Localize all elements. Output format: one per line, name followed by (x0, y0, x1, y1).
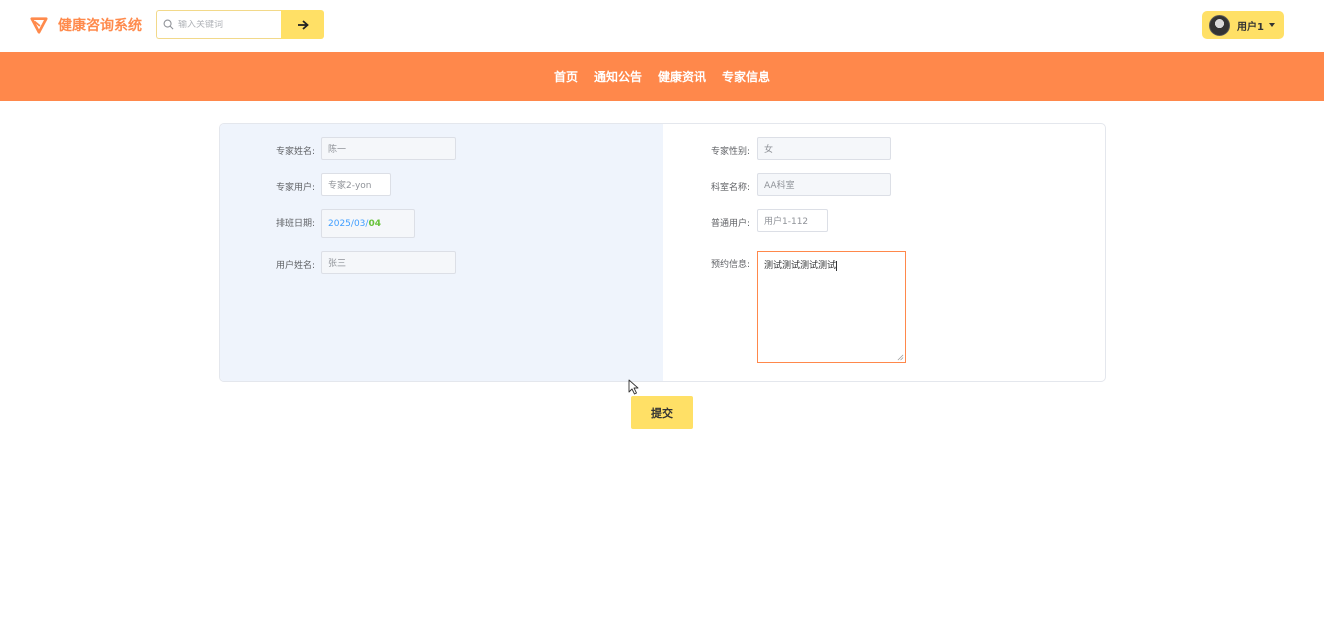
expert-gender-label: 专家性别: (710, 147, 750, 157)
appointment-form: 专家姓名: 陈一 专家用户: 专家2-yon 排班日期: 2025/03/04 … (219, 123, 1106, 382)
search-box (156, 10, 281, 39)
appointment-info-textarea[interactable]: 测试测试测试测试 (757, 251, 906, 363)
expert-user-field[interactable]: 专家2-yon (321, 173, 391, 196)
normal-user-label: 普通用户: (710, 219, 750, 229)
search-icon (163, 19, 174, 30)
site-title: 健康咨询系统 (58, 18, 142, 34)
arrow-right-icon (297, 19, 309, 30)
expert-user-value: 专家2-yon (328, 181, 372, 191)
nav-item-home[interactable]: 首页 (554, 68, 578, 85)
department-label: 科室名称: (710, 183, 750, 193)
search-button[interactable] (281, 10, 324, 39)
user-realname-field[interactable]: 张三 (321, 251, 456, 274)
nav-item-health-news[interactable]: 健康资讯 (658, 68, 706, 85)
submit-button[interactable]: 提交 (631, 396, 693, 429)
normal-user-value: 用户1-112 (764, 217, 809, 227)
user-realname-label: 用户姓名: (275, 261, 315, 271)
search-input[interactable] (178, 19, 278, 30)
main-nav: 首页 通知公告 健康资讯 专家信息 (0, 52, 1324, 101)
schedule-date-label: 排班日期: (275, 219, 315, 229)
date-year: 2025 (328, 218, 351, 229)
department-value: AA科室 (764, 181, 795, 191)
nav-item-notices[interactable]: 通知公告 (594, 68, 642, 85)
expert-name-field[interactable]: 陈一 (321, 137, 456, 160)
user-menu-button[interactable]: 用户1 (1202, 11, 1284, 39)
text-cursor (836, 260, 838, 271)
normal-user-field[interactable]: 用户1-112 (757, 209, 828, 232)
date-day: 04 (368, 218, 381, 229)
date-month: 03 (353, 218, 366, 229)
appointment-info-value: 测试测试测试测试 (764, 261, 837, 271)
expert-name-label: 专家姓名: (275, 147, 315, 157)
chevron-down-icon (1268, 23, 1275, 27)
mouse-pointer-icon (628, 379, 639, 395)
expert-name-value: 陈一 (328, 145, 347, 155)
nav-item-experts[interactable]: 专家信息 (722, 68, 770, 85)
search-bar (156, 10, 324, 39)
appointment-info-label: 预约信息: (710, 260, 750, 270)
avatar (1209, 14, 1230, 36)
user-realname-value: 张三 (328, 259, 347, 269)
expert-gender-value: 女 (764, 145, 774, 155)
expert-user-label: 专家用户: (275, 183, 315, 193)
department-field[interactable]: AA科室 (757, 173, 891, 196)
resize-grip-icon[interactable] (897, 354, 904, 361)
top-header: 健康咨询系统 用户1 (0, 0, 1324, 52)
paper-plane-icon (30, 17, 48, 34)
logo[interactable]: 健康咨询系统 (30, 15, 142, 35)
expert-gender-field[interactable]: 女 (757, 137, 891, 160)
user-name: 用户1 (1237, 21, 1264, 33)
schedule-date-field[interactable]: 2025/03/04 (321, 209, 415, 238)
